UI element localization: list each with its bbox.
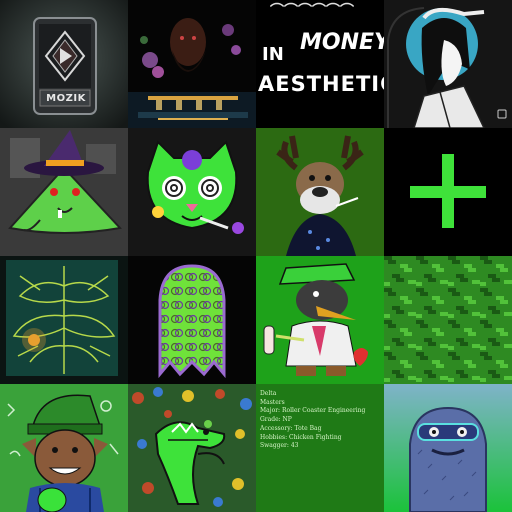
trait-name: Delta <box>260 390 277 397</box>
pixel-camo-image <box>384 256 512 384</box>
tile-green-witch-mouse[interactable] <box>0 128 128 256</box>
tile-in-money-aesthetic[interactable]: ⌒⌒⌒⌒⌒⌒ IN MONEY AESTHETIC <box>256 0 384 128</box>
witch-mouse-image <box>0 128 128 256</box>
tile-bearded-man-lake[interactable] <box>128 0 256 128</box>
money-text-money: MONEY <box>300 30 384 55</box>
plus-icon <box>384 128 512 256</box>
green-creature-image <box>128 384 256 512</box>
trait-level: Masters <box>260 398 285 406</box>
tile-smoking-moose[interactable] <box>256 128 384 256</box>
duck-character-image <box>256 256 384 384</box>
mozik-card-image <box>0 0 128 128</box>
trait-list: Delta Masters Major: Roller Coaster Engi… <box>260 390 382 451</box>
money-text-in: IN <box>262 44 284 65</box>
tile-anime-samurai[interactable] <box>384 0 512 128</box>
money-text-aesthetic: AESTHETIC <box>258 72 384 96</box>
tile-green-creature-painting[interactable] <box>128 384 256 512</box>
tile-green-duck-character[interactable] <box>256 256 384 384</box>
psychedelic-cat-image <box>128 128 256 256</box>
tile-elf-character[interactable] <box>0 384 128 512</box>
elf-character-image <box>0 384 128 512</box>
trait-major: Major: Roller Coaster Engineering <box>260 407 366 415</box>
trait-accessory: Accessory: Tote Bag <box>260 424 322 432</box>
trait-swagger: Swagger: 43 <box>260 442 299 450</box>
bearded-man-image <box>128 0 256 128</box>
money-text-top: ⌒⌒⌒⌒⌒⌒ <box>270 3 354 19</box>
monogram-ghost-image <box>128 256 256 384</box>
mozik-card-label: MOZIK <box>46 93 86 104</box>
smoking-moose-image <box>256 128 384 256</box>
trait-grade: Grade: NP <box>260 416 292 424</box>
anime-samurai-image <box>384 0 512 128</box>
trait-hobbies: Hobbies: Chicken Fighting <box>260 433 342 441</box>
tile-trait-card[interactable]: Delta Masters Major: Roller Coaster Engi… <box>256 384 384 512</box>
tile-psychedelic-cat[interactable] <box>128 128 256 256</box>
tile-fractal-painting[interactable] <box>0 256 128 384</box>
furry-monster-image <box>384 384 512 512</box>
tile-pixel-camo[interactable] <box>384 256 512 384</box>
fractal-painting-image <box>0 256 128 384</box>
tile-green-plus[interactable] <box>384 128 512 256</box>
tile-mozik-card[interactable]: MOZIK <box>0 0 128 128</box>
nft-gallery-grid: MOZIK ⌒⌒⌒⌒⌒⌒ IN MONEY AESTHETIC Delta Ma… <box>0 0 512 512</box>
tile-monogram-ghost[interactable] <box>128 256 256 384</box>
tile-blue-furry-monster[interactable] <box>384 384 512 512</box>
